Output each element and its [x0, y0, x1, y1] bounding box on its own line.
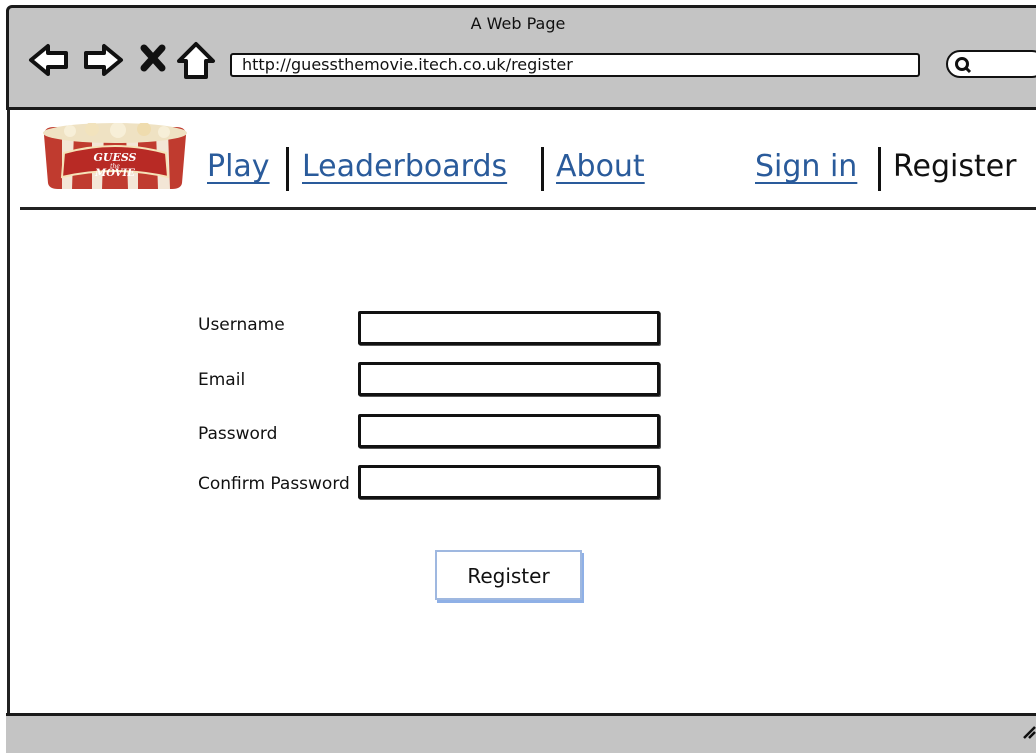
search-icon — [955, 57, 972, 74]
resize-grip-icon[interactable] — [1020, 723, 1036, 743]
window-left-border — [7, 110, 10, 716]
username-label: Username — [198, 315, 285, 335]
url-bar[interactable]: http://guessthemovie.itech.co.uk/registe… — [230, 53, 920, 77]
confirm-password-input[interactable] — [358, 465, 660, 499]
nav-leaderboards-link[interactable]: Leaderboards — [302, 149, 507, 185]
register-button[interactable]: Register — [435, 550, 582, 600]
browser-search-box[interactable] — [946, 50, 1036, 78]
nav-divider — [541, 147, 544, 191]
nav-about-link[interactable]: About — [556, 149, 645, 185]
forward-arrow-icon[interactable] — [80, 40, 124, 84]
home-icon[interactable] — [176, 40, 216, 86]
password-label: Password — [198, 424, 278, 444]
site-logo[interactable]: GUESS the MOVIE — [40, 122, 190, 195]
back-arrow-icon[interactable] — [28, 40, 72, 84]
nav-divider — [878, 147, 881, 191]
email-label: Email — [198, 370, 246, 390]
password-input[interactable] — [358, 414, 660, 448]
confirm-password-label: Confirm Password — [198, 474, 350, 494]
browser-status-bar — [6, 713, 1036, 753]
username-input[interactable] — [358, 311, 660, 345]
nav-register-current: Register — [893, 149, 1017, 184]
nav-play-link[interactable]: Play — [207, 149, 270, 185]
email-input[interactable] — [358, 362, 660, 396]
header-divider — [20, 207, 1036, 210]
window-title: A Web Page — [470, 14, 566, 33]
nav-sign-in-link[interactable]: Sign in — [755, 149, 857, 185]
stop-icon[interactable] — [140, 43, 166, 77]
logo-text-bottom: MOVIE — [94, 168, 135, 179]
nav-divider — [286, 147, 289, 191]
